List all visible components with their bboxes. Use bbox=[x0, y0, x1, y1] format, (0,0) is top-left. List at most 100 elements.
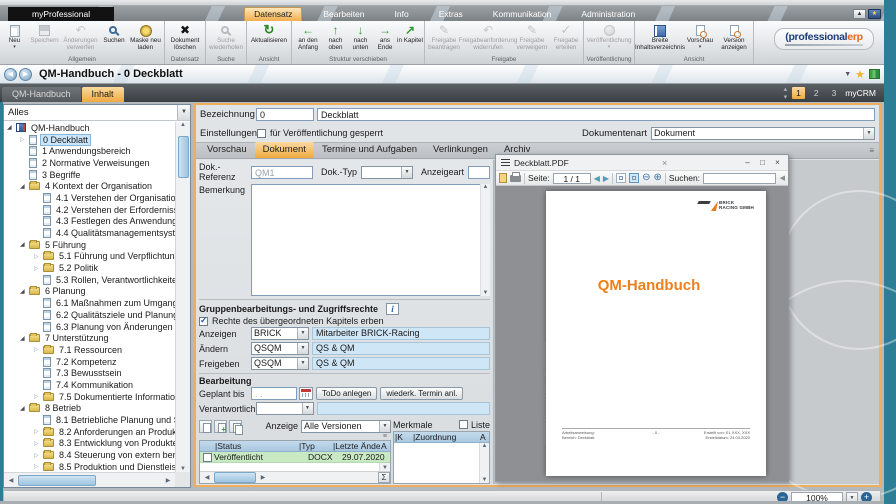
a-column-header[interactable]: A bbox=[380, 441, 390, 451]
k-column-header[interactable]: |K bbox=[394, 432, 412, 442]
tree-item[interactable]: 7 Unterstützung bbox=[4, 332, 175, 344]
zoom-out-icon[interactable]: ⊖ bbox=[642, 173, 650, 183]
letzte-aenderung-column-header[interactable]: |Letzte Ände bbox=[332, 441, 380, 451]
add-version-icon[interactable] bbox=[214, 420, 227, 433]
ribbon-collapse-icon[interactable]: ▲ bbox=[853, 9, 866, 19]
copy-version-icon[interactable] bbox=[229, 420, 242, 433]
pdf-titlebar[interactable]: Deckblatt.PDF × – □ × bbox=[496, 155, 788, 170]
menu-tab-info[interactable]: Info bbox=[386, 8, 418, 21]
tab-vorschau[interactable]: Vorschau bbox=[199, 142, 255, 158]
scroll-right-icon[interactable]: ▶ bbox=[256, 474, 270, 481]
menu-tab-administration[interactable]: Administration bbox=[572, 8, 644, 21]
dok-typ-select[interactable]: ▼ bbox=[361, 166, 413, 179]
tree-item[interactable]: 6.3 Planung von Änderungen bbox=[4, 321, 175, 333]
maximize-icon[interactable]: □ bbox=[755, 158, 770, 167]
tree-item[interactable]: 8.4 Steuerung von extern bereitgestellte… bbox=[4, 449, 175, 461]
aenderungen-verwerfen-button[interactable]: Änderungen verwerfen bbox=[61, 22, 100, 52]
tree-item[interactable]: 7.2 Kompetenz bbox=[4, 356, 175, 368]
tree-item[interactable]: 4.4 Qualitätsmanagementsystem und seine … bbox=[4, 227, 175, 239]
nach-oben-button[interactable]: nach oben bbox=[323, 22, 348, 52]
new-version-icon[interactable] bbox=[199, 420, 212, 433]
in-kapitel-button[interactable]: in Kapitel bbox=[397, 22, 423, 45]
vorschau-button[interactable]: Vorschau▾ bbox=[684, 22, 716, 50]
wiederk-termin-button[interactable]: wiederk. Termin anl. bbox=[380, 387, 463, 400]
panel-grip-icon[interactable]: ≡ bbox=[869, 146, 879, 155]
menu-tab-kommunikation[interactable]: Kommunikation bbox=[484, 8, 561, 21]
scroll-up-icon[interactable]: ▲ bbox=[480, 443, 489, 449]
scroll-up-icon[interactable]: ▲ bbox=[176, 122, 190, 128]
tree-item[interactable]: 7.4 Kommunikation bbox=[4, 379, 175, 391]
tree-item[interactable]: 4.1 Verstehen der Organisation und ihres… bbox=[4, 192, 175, 204]
liste-checkbox[interactable] bbox=[459, 420, 468, 429]
minimize-icon[interactable]: – bbox=[740, 158, 755, 167]
typ-column-header[interactable]: |Typ bbox=[298, 441, 332, 451]
title-dropdown-icon[interactable]: ▼ bbox=[844, 71, 851, 78]
zoom-in-icon[interactable]: ⊕ bbox=[653, 173, 661, 183]
tree-item[interactable]: 2 Normative Verweisungen bbox=[4, 157, 175, 169]
pdf-content[interactable]: BRICKRACING GMBH QM-Handbuch Arbeitsanwe… bbox=[496, 186, 788, 481]
print-icon[interactable] bbox=[510, 175, 521, 182]
scroll-up-icon[interactable]: ▲ bbox=[481, 184, 490, 190]
tree-item[interactable]: 5.1 Führung und Verpflichtung bbox=[4, 251, 175, 263]
a-column-header[interactable]: A bbox=[479, 432, 489, 442]
expander-icon[interactable] bbox=[34, 253, 43, 260]
tree-vertical-scrollbar[interactable]: ▲ ▼ bbox=[175, 122, 190, 472]
page-tab-1[interactable]: 1 bbox=[792, 87, 805, 99]
chevron-down-icon[interactable]: ▼ bbox=[302, 403, 313, 414]
tree-item[interactable]: 4.3 Festlegen des Anwendungsbereichs des… bbox=[4, 216, 175, 228]
tree-item[interactable]: 1 Anwendungsbereich bbox=[4, 145, 175, 157]
select-column-header[interactable] bbox=[200, 441, 214, 451]
freigabe-beantragen-button[interactable]: Freigabe beantragen bbox=[426, 22, 462, 52]
favorite-star-icon[interactable]: ★ bbox=[855, 68, 865, 81]
tab-verlinkungen[interactable]: Verlinkungen bbox=[425, 142, 496, 158]
bemerkung-textarea[interactable] bbox=[251, 184, 489, 296]
expander-icon[interactable] bbox=[34, 265, 43, 272]
aktualisieren-button[interactable]: Aktualisieren bbox=[248, 22, 290, 45]
bezeichnung-nr-input[interactable]: 0 bbox=[256, 108, 314, 121]
expander-icon[interactable] bbox=[34, 452, 43, 459]
scroll-left-icon[interactable]: ◀ bbox=[4, 477, 18, 484]
chevron-down-icon[interactable]: ▼ bbox=[401, 167, 412, 178]
tree-item[interactable]: 4.2 Verstehen der Erfordernisse und Erwa… bbox=[4, 204, 175, 216]
fit-width-icon[interactable] bbox=[616, 173, 626, 183]
expander-icon[interactable] bbox=[34, 393, 43, 400]
menu-icon[interactable] bbox=[501, 159, 510, 166]
scrollbar-thumb[interactable] bbox=[18, 475, 96, 486]
aendern-select[interactable]: QSQM▼ bbox=[251, 342, 309, 355]
app-menu-button[interactable]: myProfessional bbox=[8, 7, 114, 21]
expander-icon[interactable] bbox=[20, 241, 29, 248]
search-collapse-icon[interactable]: ◀ bbox=[780, 174, 785, 182]
speichern-button[interactable]: Speichern bbox=[28, 22, 61, 45]
tree-item-selected[interactable]: 0 Deckblatt bbox=[4, 134, 175, 146]
sum-button[interactable]: Σ bbox=[378, 472, 390, 483]
chevron-down-icon[interactable]: ▼ bbox=[863, 128, 874, 139]
tab-qm-handbuch[interactable]: QM-Handbuch bbox=[2, 87, 81, 102]
version-row[interactable]: Veröffentlicht DOCX 29.07.2020 bbox=[200, 452, 390, 463]
dokument-loeschen-button[interactable]: Dokument löschen bbox=[166, 22, 204, 52]
menu-tab-datensatz[interactable]: Datensatz bbox=[244, 7, 302, 21]
expander-icon[interactable] bbox=[34, 463, 43, 470]
tree-item[interactable]: 7.5 Dokumentierte Information bbox=[4, 391, 175, 403]
menu-tab-extras[interactable]: Extras bbox=[430, 8, 472, 21]
versions-horizontal-scrollbar[interactable]: ◀ ▶ Σ bbox=[200, 471, 390, 483]
suche-wiederholen-button[interactable]: Suche wiederholen bbox=[207, 22, 245, 52]
calendar-icon[interactable] bbox=[299, 387, 313, 400]
scrollbar-thumb[interactable] bbox=[178, 136, 189, 178]
fit-page-icon[interactable] bbox=[629, 173, 639, 183]
scroll-down-icon[interactable]: ▼ bbox=[380, 465, 390, 471]
anzeige-select[interactable]: Alle Versionen▼ bbox=[301, 420, 391, 433]
gesperrt-checkbox[interactable] bbox=[257, 129, 266, 138]
close-tab-icon[interactable]: × bbox=[662, 158, 667, 168]
page-tab-2[interactable]: 2 bbox=[810, 87, 823, 99]
expander-icon[interactable] bbox=[20, 288, 29, 295]
close-icon[interactable]: × bbox=[770, 158, 785, 167]
ans-ende-button[interactable]: ans Ende bbox=[373, 22, 397, 52]
tree-item[interactable]: 3 Begriffe bbox=[4, 169, 175, 181]
tree-item[interactable]: QM-Handbuch bbox=[4, 122, 175, 134]
page-number-input[interactable]: 1 / 1 bbox=[553, 173, 591, 184]
breite-inhaltsverzeichnis-button[interactable]: Breite Inhaltsverzeichnis bbox=[636, 22, 684, 52]
tree-filter-select[interactable]: Alles bbox=[4, 107, 177, 118]
expander-icon[interactable] bbox=[20, 405, 29, 412]
tree-item[interactable]: 4 Kontext der Organisation bbox=[4, 180, 175, 192]
tree-item[interactable]: 7.1 Ressourcen bbox=[4, 344, 175, 356]
